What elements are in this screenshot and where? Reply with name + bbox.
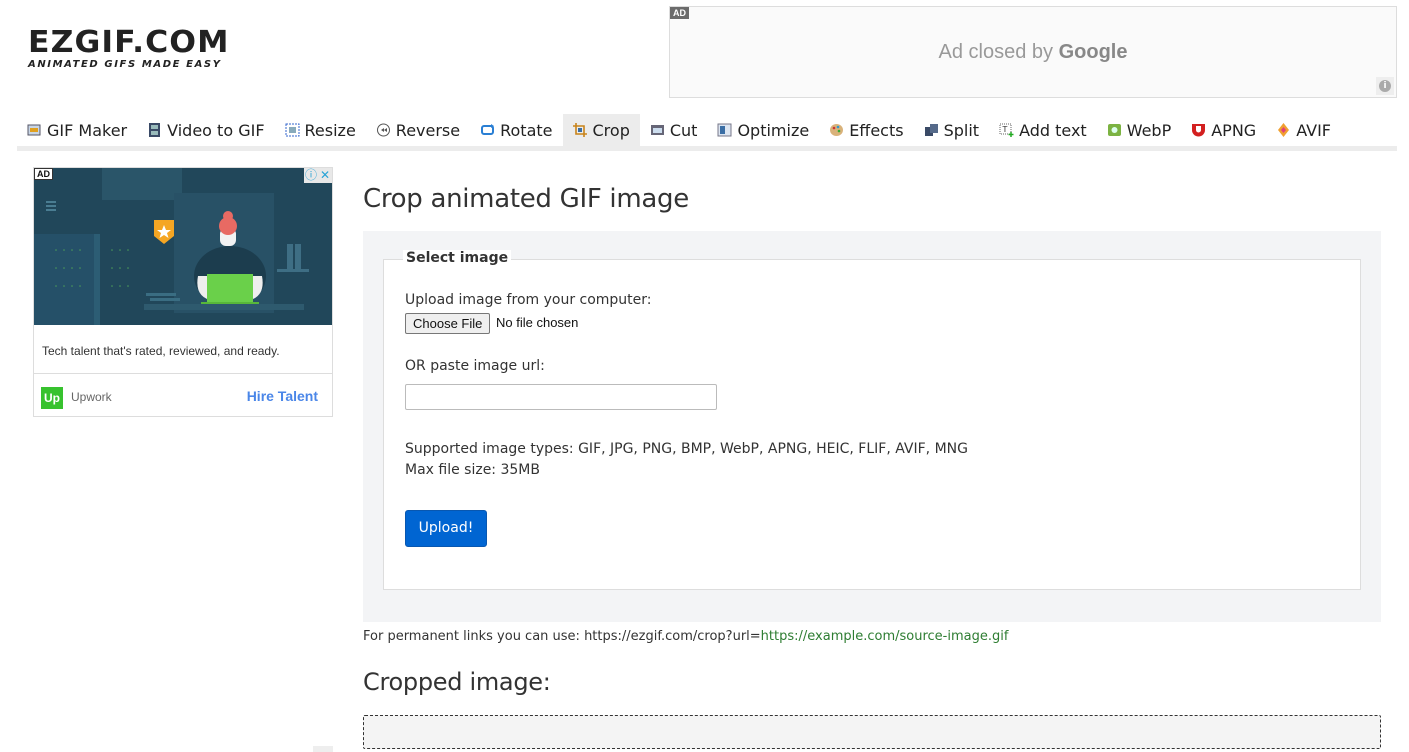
nav-item-gif-maker[interactable]: GIF Maker [17,114,137,146]
nav-label: Split [943,120,980,140]
logo-tagline: ANIMATED GIFS MADE EASY [28,59,222,70]
nav-item-video-to-gif[interactable]: Video to GIF [137,114,274,146]
info-icon: i [1379,80,1391,92]
nav-label: AVIF [1296,120,1331,140]
ad-badge: AD [670,7,689,19]
tool-nav: GIF Maker Video to GIF Resize Reverse Ro… [17,114,1397,146]
page-title: Crop animated GIF image [363,184,689,214]
rotate-icon [481,124,495,135]
site-logo[interactable]: EZGIF.COM ANIMATED GIFS MADE EASY [28,28,258,72]
ad-closed-text: Ad closed by [938,41,1054,63]
webp-icon [1107,124,1121,136]
resize-icon [285,123,300,137]
nav-item-resize[interactable]: Resize [275,114,366,146]
upload-label: Upload image from your computer: [405,292,652,308]
top-ad-banner: AD Ad closed by Google i [669,6,1397,98]
choose-file-button[interactable]: Choose File [405,313,491,334]
ad-illustration-graphic [34,168,332,325]
ad-closed-brand: Google [1058,41,1128,63]
reverse-icon [376,123,390,137]
hire-talent-link[interactable]: Hire Talent [247,388,318,404]
nav-label: Rotate [500,120,553,140]
scroll-to-top-button[interactable] [313,746,333,752]
nav-label: Crop [592,120,630,140]
nav-item-avif[interactable]: AVIF [1266,114,1341,146]
gif-maker-icon [27,124,41,136]
permanent-link-example: https://example.com/source-image.gif [760,629,1009,644]
nav-underline [17,146,1397,151]
nav-item-apng[interactable]: APNG [1181,114,1266,146]
permanent-link-prefix: For permanent links you can use: https:/… [363,629,761,644]
supported-types: Supported image types: GIF, JPG, PNG, BM… [405,441,968,457]
upwork-logo-icon: Up [41,387,63,409]
ad-brand-name: Upwork [71,390,112,404]
nav-label: WebP [1126,120,1172,140]
film-icon [149,123,161,137]
ad-controls: ⓘ ✕ [304,168,332,183]
upload-button[interactable]: Upload! [405,510,487,547]
cut-icon [650,125,664,135]
nav-item-webp[interactable]: WebP [1097,114,1182,146]
optimize-icon [717,123,732,137]
palette-icon [830,124,844,136]
nav-item-crop[interactable]: Crop [562,114,640,146]
nav-label: Video to GIF [167,120,265,140]
nav-item-cut[interactable]: Cut [640,114,708,146]
nav-label: Optimize [737,120,810,140]
avif-icon [1278,123,1290,137]
ad-close-icon[interactable]: ✕ [318,168,332,183]
nav-item-rotate[interactable]: Rotate [470,114,562,146]
fieldset-legend: Select image [403,250,512,266]
image-url-input[interactable] [405,384,717,410]
logo-wordmark: EZGIF.COM [28,25,230,60]
max-file-size: Max file size: 35MB [405,462,540,478]
ad-badge: AD [34,168,53,180]
nav-label: Cut [669,120,698,140]
ad-info-button[interactable]: i [1376,77,1394,95]
ad-closed-message: Ad closed by Google [670,41,1396,64]
nav-item-split[interactable]: Split [914,114,989,146]
cropped-image-title: Cropped image: [363,668,551,696]
add-text-icon: T [999,123,1014,137]
nav-item-add-text[interactable]: T Add text [989,114,1097,146]
url-label: OR paste image url: [405,358,545,374]
nav-item-reverse[interactable]: Reverse [366,114,470,146]
permanent-link-hint: For permanent links you can use: https:/… [363,629,1008,644]
nav-label: GIF Maker [47,120,128,140]
nav-label: Add text [1019,120,1087,140]
nav-label: Effects [849,120,904,140]
upload-panel: Select image Upload image from your comp… [363,231,1381,622]
cropped-image-area [363,715,1381,749]
ad-illustration [34,168,332,325]
nav-label: APNG [1211,120,1257,140]
nav-item-optimize[interactable]: Optimize [707,114,819,146]
nav-item-effects[interactable]: Effects [819,114,913,146]
ad-headline: Tech talent that's rated, reviewed, and … [42,344,280,358]
apng-icon [1192,124,1206,137]
svg-text:T: T [1002,125,1008,134]
nav-label: Reverse [395,120,461,140]
ad-divider [34,373,332,374]
file-status: No file chosen [496,315,579,330]
select-image-fieldset: Select image Upload image from your comp… [383,250,1361,590]
split-icon [924,124,938,136]
ad-info-icon[interactable]: ⓘ [304,168,318,183]
nav-label: Resize [304,120,356,140]
sidebar-ad[interactable]: AD ⓘ ✕ Tech talent that's rated, reviewe… [33,167,333,417]
crop-icon [572,123,587,137]
